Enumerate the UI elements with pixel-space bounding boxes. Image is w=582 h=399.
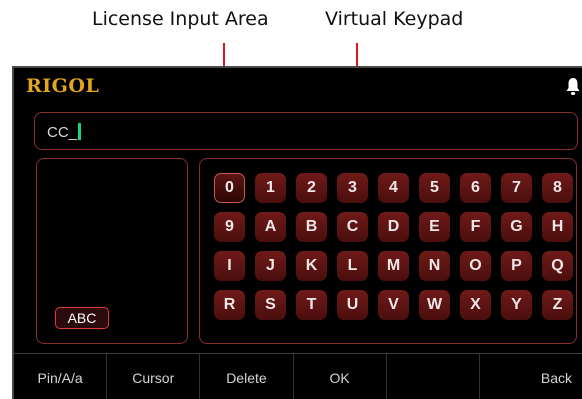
keypad-key[interactable]: O xyxy=(460,251,491,281)
keypad-key[interactable]: C xyxy=(337,212,368,242)
keypad-grid: 012345678 9ABCDEFGH IJKLMNOPQ RSTUVWXYZ xyxy=(214,173,573,320)
softkey-3[interactable]: Delete xyxy=(200,354,294,399)
keypad-key[interactable]: 6 xyxy=(460,173,491,203)
keypad-key[interactable]: 5 xyxy=(419,173,450,203)
callout-license-input-area: License Input Area xyxy=(92,8,269,30)
virtual-keypad: 012345678 9ABCDEFGH IJKLMNOPQ RSTUVWXYZ xyxy=(199,158,577,344)
softkey-4[interactable]: OK xyxy=(294,354,387,399)
keypad-key[interactable]: G xyxy=(501,212,532,242)
keypad-key[interactable]: S xyxy=(255,290,286,320)
keypad-key[interactable]: R xyxy=(214,290,245,320)
softkey-bar: Pin/A/a Cursor Delete OK Back xyxy=(14,353,582,399)
softkey-6[interactable]: Back xyxy=(480,354,582,399)
text-cursor xyxy=(78,123,82,140)
keypad-key[interactable]: H xyxy=(542,212,573,242)
keypad-key[interactable]: Q xyxy=(542,251,573,281)
keypad-key[interactable]: A xyxy=(255,212,286,242)
keypad-key[interactable]: 8 xyxy=(542,173,573,203)
keypad-key[interactable]: L xyxy=(337,251,368,281)
keypad-key[interactable]: 2 xyxy=(296,173,327,203)
keypad-key[interactable]: D xyxy=(378,212,409,242)
input-mode-panel: ABC xyxy=(36,158,188,344)
keypad-key[interactable]: K xyxy=(296,251,327,281)
license-input-field[interactable]: CC_ xyxy=(34,112,578,150)
keypad-key[interactable]: X xyxy=(460,290,491,320)
bell-icon[interactable] xyxy=(566,76,580,96)
keypad-key[interactable]: U xyxy=(337,290,368,320)
keypad-key[interactable]: 9 xyxy=(214,212,245,242)
keypad-key[interactable]: B xyxy=(296,212,327,242)
keypad-key[interactable]: F xyxy=(460,212,491,242)
keypad-key[interactable]: N xyxy=(419,251,450,281)
keypad-key[interactable]: 0 xyxy=(214,173,245,203)
keypad-key[interactable]: 3 xyxy=(337,173,368,203)
keypad-key[interactable]: 4 xyxy=(378,173,409,203)
instrument-screen: RIGOL CC_ ABC 0123456789ABCDEFGHIJKLMNOP… xyxy=(12,66,582,399)
keypad-key[interactable]: I xyxy=(214,251,245,281)
softkey-5[interactable] xyxy=(387,354,480,399)
brand-logo: RIGOL xyxy=(26,75,100,97)
keypad-key[interactable]: Z xyxy=(542,290,573,320)
keypad-key[interactable]: 7 xyxy=(501,173,532,203)
keypad-key[interactable]: E xyxy=(419,212,450,242)
input-mode-button[interactable]: ABC xyxy=(55,307,109,329)
keypad-key[interactable]: Y xyxy=(501,290,532,320)
softkey-2[interactable]: Cursor xyxy=(107,354,201,399)
keypad-key[interactable]: V xyxy=(378,290,409,320)
keypad-key[interactable]: 1 xyxy=(255,173,286,203)
callout-virtual-keypad: Virtual Keypad xyxy=(325,8,464,30)
keypad-key[interactable]: P xyxy=(501,251,532,281)
keypad-key[interactable]: M xyxy=(378,251,409,281)
license-input-text: CC_ xyxy=(47,123,82,141)
keypad-key[interactable]: J xyxy=(255,251,286,281)
keypad-key[interactable]: T xyxy=(296,290,327,320)
keypad-key[interactable]: W xyxy=(419,290,450,320)
softkey-1[interactable]: Pin/A/a xyxy=(14,354,108,399)
